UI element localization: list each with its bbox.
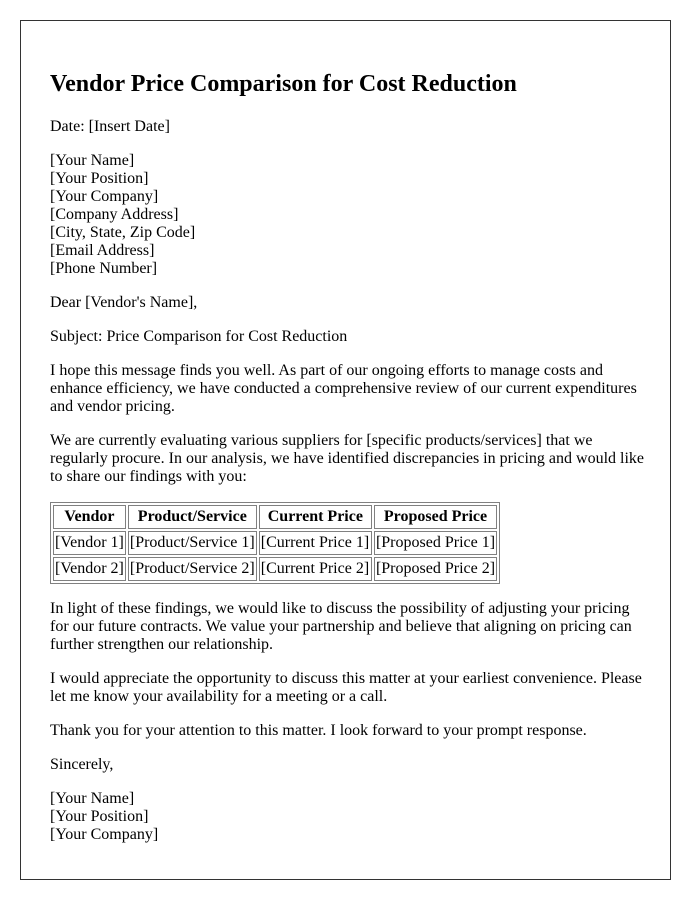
subject-line: Subject: Price Comparison for Cost Reduc… [50, 328, 348, 345]
date-line: Date: [Insert Date] [50, 118, 170, 135]
sender-email: [Email Address] [50, 242, 155, 259]
header-vendor: Vendor [53, 505, 126, 529]
cell-vendor: [Vendor 2] [53, 557, 126, 581]
closing: Sincerely, [50, 756, 114, 773]
table-header-row: Vendor Product/Service Current Price Pro… [53, 505, 498, 529]
body-paragraph: In light of these findings, we would lik… [50, 600, 632, 653]
header-current-price: Current Price [258, 505, 372, 529]
signature-block: [Your Name] [Your Position] [Your Compan… [50, 790, 650, 844]
signature-company: [Your Company] [50, 826, 159, 843]
body-paragraph: We are currently evaluating various supp… [50, 432, 645, 485]
sender-phone: [Phone Number] [50, 260, 158, 277]
sender-city-state-zip: [City, State, Zip Code] [50, 224, 196, 241]
cell-vendor: [Vendor 1] [53, 531, 126, 555]
table-row: [Vendor 1] [Product/Service 1] [Current … [53, 531, 498, 555]
table-row: [Vendor 2] [Product/Service 2] [Current … [53, 557, 498, 581]
price-comparison-table: Vendor Product/Service Current Price Pro… [50, 502, 501, 584]
body-paragraph: I hope this message finds you well. As p… [50, 362, 637, 415]
header-proposed-price: Proposed Price [373, 505, 498, 529]
sender-position: [Your Position] [50, 170, 149, 187]
cell-product-service: [Product/Service 2] [127, 557, 257, 581]
body-paragraph: I would appreciate the opportunity to di… [50, 670, 642, 705]
sender-name: [Your Name] [50, 152, 135, 169]
signature-name: [Your Name] [50, 790, 135, 807]
sender-company-address: [Company Address] [50, 206, 179, 223]
letter-title: Vendor Price Comparison for Cost Reducti… [50, 71, 517, 97]
body-paragraph: Thank you for your attention to this mat… [50, 722, 587, 739]
letter-container: Vendor Price Comparison for Cost Reducti… [20, 20, 671, 880]
salutation: Dear [Vendor's Name], [50, 294, 198, 311]
cell-proposed-price: [Proposed Price 1] [373, 531, 498, 555]
cell-current-price: [Current Price 1] [258, 531, 372, 555]
cell-current-price: [Current Price 2] [258, 557, 372, 581]
sender-company: [Your Company] [50, 188, 159, 205]
cell-proposed-price: [Proposed Price 2] [373, 557, 498, 581]
sender-block: [Your Name] [Your Position] [Your Compan… [50, 152, 650, 278]
header-product-service: Product/Service [127, 505, 257, 529]
signature-position: [Your Position] [50, 808, 149, 825]
cell-product-service: [Product/Service 1] [127, 531, 257, 555]
